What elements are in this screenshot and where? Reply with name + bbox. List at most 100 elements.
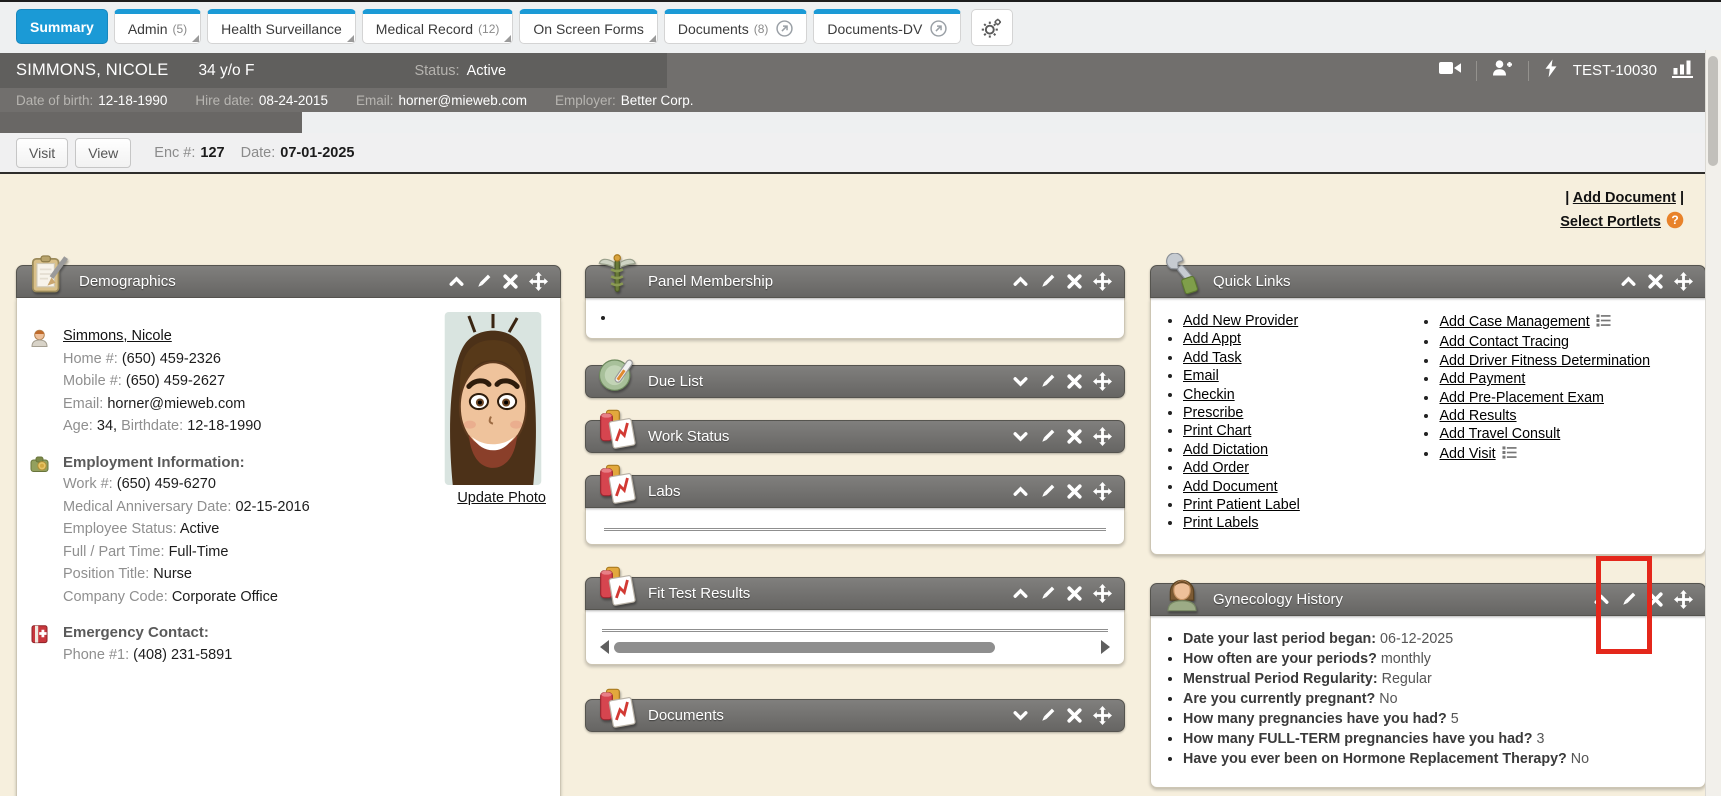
quick-link[interactable]: Add Case Management bbox=[1439, 314, 1589, 330]
close-icon[interactable] bbox=[1066, 428, 1083, 445]
visit-button[interactable]: Visit bbox=[16, 138, 68, 168]
scroll-left-arrow[interactable] bbox=[600, 640, 609, 654]
quick-link[interactable]: Add Appt bbox=[1183, 331, 1241, 347]
move-icon[interactable] bbox=[1674, 272, 1693, 291]
quick-link[interactable]: Add Payment bbox=[1439, 371, 1525, 387]
patient-name-link[interactable]: Simmons, Nicole bbox=[63, 328, 172, 344]
scrollbar-track[interactable] bbox=[614, 641, 1096, 654]
settings-gear-button[interactable] bbox=[971, 9, 1013, 46]
expand-icon[interactable] bbox=[1012, 707, 1029, 724]
quick-link[interactable]: Add Dictation bbox=[1183, 442, 1268, 458]
wrench-icon bbox=[1161, 253, 1203, 295]
close-icon[interactable] bbox=[1066, 585, 1083, 602]
patient-photo[interactable] bbox=[444, 312, 542, 485]
quick-link[interactable]: Add Results bbox=[1439, 408, 1516, 424]
fit-test-header: Fit Test Results bbox=[585, 577, 1125, 610]
quick-link[interactable]: Add Travel Consult bbox=[1439, 426, 1560, 442]
collapse-icon[interactable] bbox=[448, 273, 465, 290]
close-icon[interactable] bbox=[1647, 273, 1664, 290]
due-list-header: Due List bbox=[585, 365, 1125, 398]
quick-links-column-2: Add Case Management Add Contact Tracing Ad… bbox=[1411, 312, 1699, 534]
expand-icon[interactable] bbox=[1012, 428, 1029, 445]
edit-icon[interactable] bbox=[1039, 273, 1056, 290]
quick-link[interactable]: Add Driver Fitness Determination bbox=[1439, 353, 1650, 369]
tab-medical-record[interactable]: Medical Record (12) bbox=[362, 9, 514, 44]
edit-icon[interactable] bbox=[475, 273, 492, 290]
collapse-icon[interactable] bbox=[1593, 591, 1610, 608]
scroll-right-arrow[interactable] bbox=[1101, 640, 1110, 654]
edit-icon[interactable] bbox=[1620, 591, 1637, 608]
quick-link[interactable]: Checkin bbox=[1183, 387, 1235, 403]
move-icon[interactable] bbox=[1093, 427, 1112, 446]
lightning-icon[interactable] bbox=[1544, 59, 1558, 83]
quick-link[interactable]: Print Chart bbox=[1183, 423, 1251, 439]
column-middle: Panel Membership bbox=[585, 265, 1125, 750]
scrollbar-thumb[interactable] bbox=[614, 642, 995, 653]
move-icon[interactable] bbox=[1093, 482, 1112, 501]
quick-link-item: Add Contact Tracing bbox=[1439, 334, 1699, 351]
close-icon[interactable] bbox=[1066, 707, 1083, 724]
expand-icon[interactable] bbox=[1012, 373, 1029, 390]
collapse-icon[interactable] bbox=[1012, 585, 1029, 602]
move-icon[interactable] bbox=[1093, 272, 1112, 291]
tab-documents-dv[interactable]: Documents-DV bbox=[813, 9, 961, 44]
demographics-body: Update Photo Simmons, Nicole Home #: (65… bbox=[16, 298, 561, 796]
quick-link[interactable]: Prescribe bbox=[1183, 405, 1243, 421]
quick-link[interactable]: Add Task bbox=[1183, 350, 1242, 366]
collapse-icon[interactable] bbox=[1012, 273, 1029, 290]
view-button[interactable]: View bbox=[75, 138, 131, 168]
open-in-new-window-icon[interactable] bbox=[930, 20, 947, 37]
close-icon[interactable] bbox=[1066, 483, 1083, 500]
move-icon[interactable] bbox=[1093, 584, 1112, 603]
tab-fold-corner-icon bbox=[504, 35, 511, 42]
encounter-date: Date:07-01-2025 bbox=[241, 145, 355, 161]
move-icon[interactable] bbox=[1093, 706, 1112, 725]
close-icon[interactable] bbox=[1066, 373, 1083, 390]
tab-bar: Summary Admin (5) Health Surveillance Me… bbox=[0, 2, 1721, 53]
close-icon[interactable] bbox=[1647, 591, 1664, 608]
quick-link[interactable]: Add Contact Tracing bbox=[1439, 334, 1569, 350]
tab-admin[interactable]: Admin (5) bbox=[114, 9, 201, 44]
quick-link[interactable]: Print Labels bbox=[1183, 515, 1259, 531]
select-portlets-link[interactable]: Select Portlets bbox=[1560, 214, 1661, 230]
tab-summary[interactable]: Summary bbox=[16, 9, 108, 44]
quick-link[interactable]: Email bbox=[1183, 368, 1219, 384]
quick-link[interactable]: Add Order bbox=[1183, 460, 1249, 476]
encounter-number: Enc #:127 bbox=[154, 145, 224, 161]
collapse-icon[interactable] bbox=[1012, 483, 1029, 500]
quick-link[interactable]: Add Pre-Placement Exam bbox=[1439, 390, 1603, 406]
quick-link-item: Add Travel Consult bbox=[1439, 426, 1699, 443]
collapse-icon[interactable] bbox=[1620, 273, 1637, 290]
page-scrollbar-thumb[interactable] bbox=[1708, 56, 1718, 166]
tab-health-surveillance[interactable]: Health Surveillance bbox=[207, 9, 356, 44]
edit-icon[interactable] bbox=[1039, 483, 1056, 500]
add-document-link[interactable]: Add Document bbox=[1573, 190, 1676, 206]
quick-link[interactable]: Print Patient Label bbox=[1183, 497, 1300, 513]
edit-icon[interactable] bbox=[1039, 373, 1056, 390]
encounter-bar: Visit View Enc #:127 Date:07-01-2025 bbox=[0, 133, 1721, 172]
update-photo-link[interactable]: Update Photo bbox=[457, 490, 546, 506]
move-icon[interactable] bbox=[1674, 590, 1693, 609]
add-person-icon[interactable] bbox=[1492, 59, 1513, 82]
help-icon[interactable]: ? bbox=[1666, 211, 1684, 233]
move-icon[interactable] bbox=[529, 272, 548, 291]
quick-link[interactable]: Add Visit bbox=[1439, 446, 1495, 462]
status-value: Active bbox=[467, 63, 507, 79]
edit-icon[interactable] bbox=[1039, 585, 1056, 602]
open-in-new-window-icon[interactable] bbox=[776, 20, 793, 37]
documents-header: Documents bbox=[585, 699, 1125, 732]
move-icon[interactable] bbox=[1093, 372, 1112, 391]
quick-link[interactable]: Add Document bbox=[1183, 479, 1278, 495]
edit-icon[interactable] bbox=[1039, 428, 1056, 445]
gynecology-item: Date your last period began:06-12-2025 bbox=[1183, 631, 1693, 648]
quick-link[interactable]: Add New Provider bbox=[1183, 313, 1298, 329]
tab-on-screen-forms[interactable]: On Screen Forms bbox=[519, 9, 657, 44]
tab-documents[interactable]: Documents (8) bbox=[664, 9, 807, 44]
growth-chart-icon[interactable] bbox=[1672, 59, 1693, 83]
close-icon[interactable] bbox=[502, 273, 519, 290]
close-icon[interactable] bbox=[1066, 273, 1083, 290]
page-scrollbar[interactable] bbox=[1705, 50, 1721, 796]
video-camera-icon[interactable] bbox=[1439, 60, 1461, 81]
quick-link-item: Add Driver Fitness Determination bbox=[1439, 353, 1699, 370]
edit-icon[interactable] bbox=[1039, 707, 1056, 724]
